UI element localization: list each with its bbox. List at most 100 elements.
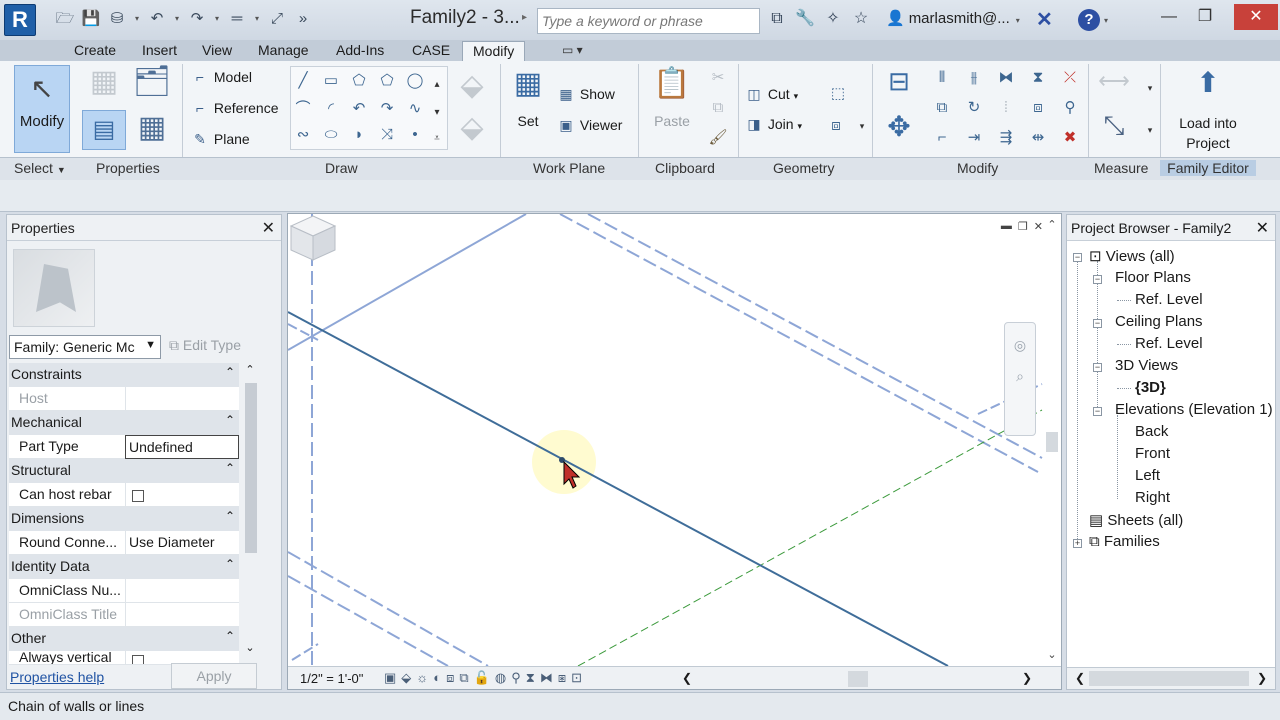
collapse-toggle[interactable]: − bbox=[1093, 275, 1102, 284]
ellipse-arc-icon[interactable]: ∾ bbox=[293, 125, 313, 145]
group-other[interactable]: Other ⌃ bbox=[9, 627, 239, 651]
point-icon[interactable]: • bbox=[405, 125, 425, 145]
chevron-down-icon[interactable]: ▾ bbox=[1104, 16, 1108, 25]
start-end-arc-icon[interactable]: ⌒ bbox=[293, 99, 313, 119]
family-category-icon[interactable]: 🗂 bbox=[132, 64, 172, 99]
mirror-pick-icon[interactable]: ⫵ bbox=[964, 68, 984, 88]
reveal-hidden-icon[interactable]: ⚲ bbox=[511, 670, 521, 686]
redo-icon[interactable]: ↷ bbox=[186, 8, 208, 30]
application-menu-button[interactable]: R bbox=[4, 4, 36, 36]
group-identity-data[interactable]: Identity Data ⌃ bbox=[9, 555, 239, 579]
circumscribed-polygon-icon[interactable]: ⬠ bbox=[377, 71, 397, 91]
gallery-up-icon[interactable]: ▴ bbox=[427, 75, 447, 95]
tree-3d-views[interactable]: 3D Views bbox=[1115, 357, 1178, 374]
mirror-draw-icon[interactable]: ⧓ bbox=[996, 68, 1016, 88]
tree-ceiling-plans[interactable]: Ceiling Plans bbox=[1115, 313, 1203, 330]
tree-elevation-front[interactable]: Front bbox=[1135, 445, 1170, 462]
split-icon[interactable]: ⧗ bbox=[1028, 68, 1048, 88]
gallery-down-icon[interactable]: ▾ bbox=[427, 103, 447, 123]
collapse-toggle[interactable]: − bbox=[1093, 363, 1102, 372]
group-constraints[interactable]: Constraints ⌃ bbox=[9, 363, 239, 387]
sun-path-icon[interactable]: ☼ bbox=[416, 670, 428, 686]
match-properties-icon[interactable]: 🖌 bbox=[708, 128, 728, 148]
zoom-icon[interactable]: ⌕ bbox=[1005, 368, 1035, 385]
round-connector-field[interactable]: Use Diameter bbox=[125, 531, 239, 555]
split-gap-icon[interactable]: ⇹ bbox=[1028, 128, 1048, 148]
browser-horizontal-scrollbar[interactable]: ❮ ❯ bbox=[1067, 667, 1275, 689]
partial-ellipse-icon[interactable]: ◗ bbox=[349, 125, 369, 145]
close-icon[interactable]: ✕ bbox=[262, 218, 275, 238]
temporary-properties-icon[interactable]: ⧗ bbox=[526, 670, 535, 686]
collapse-toggle[interactable]: − bbox=[1093, 319, 1102, 328]
thin-lines-icon[interactable]: ═ bbox=[226, 8, 248, 30]
chevron-down-icon[interactable]: ▾ bbox=[252, 8, 262, 30]
undo-icon[interactable]: ↶ bbox=[146, 8, 168, 30]
scale-icon[interactable]: ⧈ bbox=[1028, 98, 1048, 118]
properties-scrollbar[interactable]: ⌃ ⌄ bbox=[243, 363, 257, 654]
tangent-arc-icon[interactable]: ↶ bbox=[349, 99, 369, 119]
panel-select-label[interactable]: Select ▼ bbox=[14, 160, 66, 176]
apply-button[interactable]: Apply bbox=[171, 663, 257, 689]
reference-line-tool[interactable]: ⌐ Reference bbox=[190, 100, 279, 116]
edit-type-button[interactable]: ⧉ Edit Type bbox=[169, 337, 241, 354]
help-button[interactable]: ? bbox=[1078, 9, 1100, 31]
aligned-dimension-icon[interactable]: ⤡ bbox=[1094, 110, 1134, 142]
favorites-icon[interactable]: ☆ bbox=[850, 8, 872, 30]
shadows-icon[interactable]: ◐ bbox=[433, 670, 441, 686]
tree-sheets[interactable]: ▤ Sheets (all) bbox=[1089, 511, 1183, 529]
tree-elevation-right[interactable]: Right bbox=[1135, 489, 1170, 506]
scrollbar-thumb[interactable] bbox=[1046, 432, 1058, 452]
trim-extend-single-icon[interactable]: ⇥ bbox=[964, 128, 984, 148]
tab-modify[interactable]: Modify bbox=[462, 41, 526, 62]
trim-extend-corner-icon[interactable]: ⌐ bbox=[932, 128, 952, 148]
center-end-arc-icon[interactable]: ◜ bbox=[321, 99, 341, 119]
unpin-icon[interactable]: ⤫ bbox=[1060, 68, 1080, 88]
align-icon[interactable]: ⊟ bbox=[878, 66, 920, 97]
pick-lines-icon[interactable]: ⤨ bbox=[377, 125, 397, 145]
collapse-toggle[interactable]: − bbox=[1093, 407, 1102, 416]
rotate-icon[interactable]: ↻ bbox=[964, 98, 984, 118]
tab-insert[interactable]: Insert bbox=[132, 41, 187, 62]
offset-icon[interactable]: ⫴ bbox=[932, 68, 952, 88]
open-icon[interactable]: 🗁 bbox=[54, 8, 76, 30]
move-icon[interactable]: ✥ bbox=[878, 110, 920, 143]
temporary-hide-icon[interactable]: ◍ bbox=[495, 670, 506, 686]
tree-floor-ref-level[interactable]: Ref. Level bbox=[1135, 291, 1203, 308]
group-dimensions[interactable]: Dimensions ⌃ bbox=[9, 507, 239, 531]
restore-button[interactable]: ❐ bbox=[1188, 4, 1222, 30]
chevron-down-icon[interactable]: ▾ bbox=[1140, 120, 1160, 140]
more-icon[interactable]: » bbox=[292, 8, 314, 30]
line-icon[interactable]: ╱ bbox=[293, 71, 313, 91]
search-expand-icon[interactable]: ▸ bbox=[522, 12, 527, 23]
fillet-arc-icon[interactable]: ↷ bbox=[377, 99, 397, 119]
close-button[interactable]: ✕ bbox=[1234, 4, 1278, 30]
workplane-viewer-button[interactable]: ▣ Viewer bbox=[556, 117, 622, 134]
properties-help-link[interactable]: Properties help bbox=[10, 669, 104, 685]
binoculars-icon[interactable]: ⧉ bbox=[766, 8, 788, 30]
chevron-down-icon[interactable]: ▾ bbox=[852, 116, 872, 136]
model-line-tool[interactable]: ⌐ Model bbox=[190, 69, 252, 85]
family-types-icon[interactable]: ▦ bbox=[84, 64, 124, 99]
omniclass-number-field[interactable] bbox=[125, 579, 239, 603]
tree-views-all[interactable]: ⊡ Views (all) bbox=[1089, 247, 1175, 265]
show-workplane-button[interactable]: ▦ Show bbox=[556, 86, 615, 103]
measure-icon[interactable]: ⤢ bbox=[266, 8, 288, 30]
ribbon-display-toggle-icon[interactable]: ▭ ▾ bbox=[562, 43, 583, 57]
tab-manage[interactable]: Manage bbox=[248, 41, 319, 62]
chevron-down-icon[interactable]: ▾ bbox=[172, 8, 182, 30]
visual-style-icon[interactable]: ⬙ bbox=[401, 670, 411, 686]
scroll-up-icon[interactable]: ⌃ bbox=[243, 363, 257, 376]
rectangle-icon[interactable]: ▭ bbox=[321, 71, 341, 91]
sync-icon[interactable]: ⛁ bbox=[106, 8, 128, 30]
subscription-icon[interactable]: 🔧 bbox=[794, 8, 816, 30]
set-workplane-label[interactable]: Set bbox=[508, 113, 548, 129]
scroll-up-icon[interactable]: ⌃ bbox=[1042, 218, 1061, 231]
analytical-model-icon[interactable]: ⧓ bbox=[540, 670, 553, 686]
scroll-down-icon[interactable]: ⌄ bbox=[243, 641, 257, 654]
horizontal-scrollbar-thumb[interactable] bbox=[848, 671, 868, 687]
reference-plane-tool[interactable]: ✎ Plane bbox=[190, 131, 250, 148]
join-geometry-button[interactable]: ◨ Join ▾ bbox=[744, 116, 802, 133]
tab-create[interactable]: Create bbox=[64, 41, 126, 62]
scrollbar-thumb[interactable] bbox=[1089, 671, 1249, 686]
communication-icon[interactable]: ✧ bbox=[822, 8, 844, 30]
